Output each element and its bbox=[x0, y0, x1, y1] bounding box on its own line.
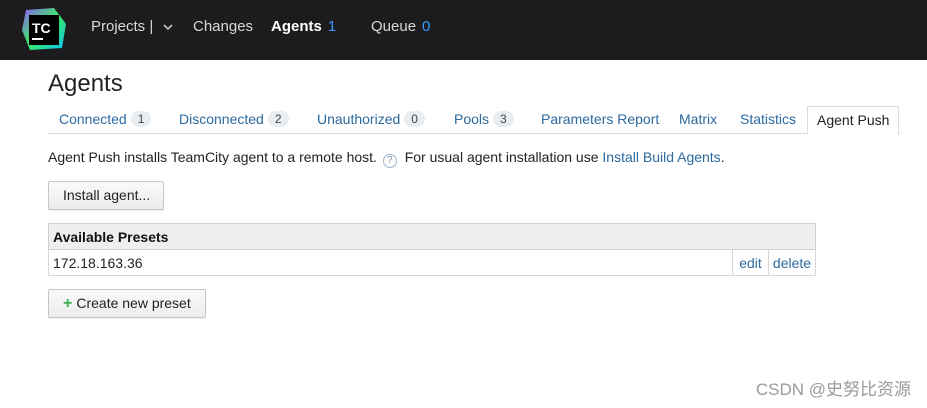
table-row: 172.18.163.36 edit delete bbox=[48, 249, 816, 276]
chevron-down-icon[interactable] bbox=[163, 24, 173, 31]
table-header-row: Available Presets bbox=[48, 223, 816, 250]
tab-agent-push[interactable]: Agent Push bbox=[807, 106, 900, 135]
nav-projects[interactable]: Projects | bbox=[91, 18, 173, 35]
description-end: . bbox=[720, 149, 725, 165]
nav-queue-label: Queue bbox=[371, 18, 417, 35]
preset-name: 172.18.163.36 bbox=[48, 249, 733, 276]
tab-statistics[interactable]: Statistics bbox=[740, 106, 796, 134]
page-title: Agents bbox=[48, 70, 123, 97]
available-presets-header: Available Presets bbox=[48, 223, 816, 250]
nav-agents-label: Agents bbox=[271, 18, 322, 35]
nav-queue[interactable]: Queue 0 bbox=[371, 18, 430, 35]
svg-text:TC: TC bbox=[32, 20, 51, 36]
tab-matrix[interactable]: Matrix bbox=[679, 106, 717, 134]
tab-connected-label: Connected bbox=[59, 111, 127, 127]
tab-matrix-label: Matrix bbox=[679, 111, 718, 127]
tab-connected[interactable]: Connected 1 bbox=[59, 106, 152, 134]
delete-preset-link[interactable]: delete bbox=[768, 249, 816, 276]
tab-disconnected-label: Disconnected bbox=[179, 111, 264, 127]
available-presets-table: Available Presets 172.18.163.36 edit del… bbox=[48, 223, 816, 276]
tab-connected-count: 1 bbox=[130, 111, 152, 127]
tab-unauthorized-label: Unauthorized bbox=[317, 111, 401, 127]
install-agent-button[interactable]: Install agent... bbox=[48, 181, 164, 210]
tab-pools-count: 3 bbox=[493, 111, 514, 127]
tab-pools[interactable]: Pools 3 bbox=[454, 106, 514, 134]
description-text-2: For usual agent installation use bbox=[404, 149, 599, 165]
tab-parameters-report-label: Parameters Report bbox=[541, 111, 660, 127]
tab-unauthorized[interactable]: Unauthorized 0 bbox=[317, 106, 425, 134]
edit-preset-link[interactable]: edit bbox=[732, 249, 769, 276]
create-new-preset-label: Create new preset bbox=[76, 295, 191, 311]
tab-disconnected-count: 2 bbox=[267, 111, 289, 127]
agent-push-description: Agent Push installs TeamCity agent to a … bbox=[48, 149, 725, 168]
teamcity-logo-icon[interactable]: TC bbox=[20, 6, 68, 52]
tab-parameters-report[interactable]: Parameters Report bbox=[541, 106, 659, 134]
nav-changes-label: Changes bbox=[193, 18, 254, 35]
tab-unauthorized-count: 0 bbox=[404, 111, 425, 127]
nav-projects-label: Projects | bbox=[91, 18, 154, 35]
create-new-preset-button[interactable]: + Create new preset bbox=[48, 289, 206, 318]
tab-agent-push-label: Agent Push bbox=[817, 112, 890, 128]
nav-agents[interactable]: Agents 1 bbox=[271, 18, 336, 35]
top-navigation-bar: TC Projects | Changes Agents 1 Queue 0 bbox=[0, 0, 927, 60]
description-text: Agent Push installs TeamCity agent to a … bbox=[48, 149, 377, 165]
tab-pools-label: Pools bbox=[454, 111, 490, 127]
help-icon[interactable]: ? bbox=[382, 154, 397, 168]
plus-icon: + bbox=[63, 295, 73, 312]
nav-agents-count: 1 bbox=[327, 18, 337, 35]
nav-changes[interactable]: Changes bbox=[193, 18, 253, 35]
install-build-agents-link[interactable]: Install Build Agents bbox=[602, 149, 720, 165]
tab-disconnected[interactable]: Disconnected 2 bbox=[179, 106, 289, 134]
watermark: CSDN @史努比资源 bbox=[755, 380, 911, 399]
tab-statistics-label: Statistics bbox=[740, 111, 797, 127]
nav-queue-count: 0 bbox=[422, 18, 431, 35]
agent-tabs: Connected 1 Disconnected 2 Unauthorized 0 P… bbox=[48, 106, 900, 135]
